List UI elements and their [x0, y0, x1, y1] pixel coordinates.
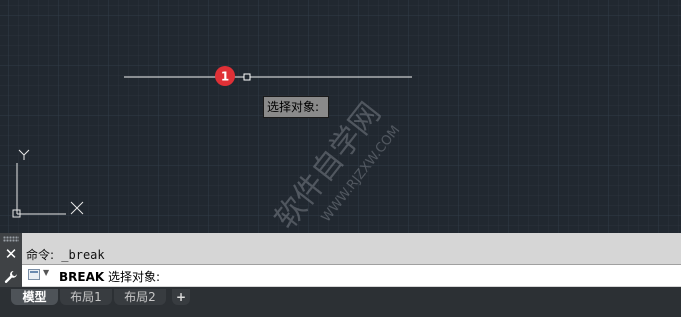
command-line-sidebar: ✕ — [0, 233, 22, 287]
close-icon[interactable]: ✕ — [4, 247, 18, 262]
command-prompt-text: 选择对象: — [104, 270, 161, 284]
selection-tooltip: 选择对象: — [263, 96, 329, 118]
command-line-panel: ✕ 命令: _break ▼ BREAK 选择对象: — [0, 233, 681, 287]
pickbox-cursor — [243, 73, 251, 81]
layout-tab-bar: 模型 布局1 布局2 + — [0, 287, 681, 317]
step-marker-number: 1 — [221, 70, 229, 84]
chevron-down-icon[interactable]: ▼ — [43, 268, 49, 277]
tab-layout1[interactable]: 布局1 — [60, 289, 112, 305]
tab-model[interactable]: 模型 — [11, 289, 58, 305]
command-customize-icon[interactable] — [28, 269, 40, 280]
command-history-command: _break — [54, 248, 105, 262]
drag-handle-icon[interactable] — [3, 236, 19, 242]
command-history-prefix: 命令: — [26, 248, 55, 262]
command-keyword: BREAK — [59, 270, 105, 284]
command-input[interactable]: ▼ BREAK 选择对象: — [22, 264, 681, 286]
command-prompt: BREAK 选择对象: — [59, 268, 160, 285]
drawing-canvas[interactable]: 软件自学网 WWW.RJZXW.COM 1 — [0, 0, 681, 233]
tab-layout2[interactable]: 布局2 — [114, 289, 166, 305]
add-layout-button[interactable]: + — [172, 289, 190, 305]
step-marker: 1 — [215, 66, 235, 86]
command-history-line: 命令: _break — [26, 246, 105, 263]
wrench-icon[interactable] — [3, 269, 19, 285]
